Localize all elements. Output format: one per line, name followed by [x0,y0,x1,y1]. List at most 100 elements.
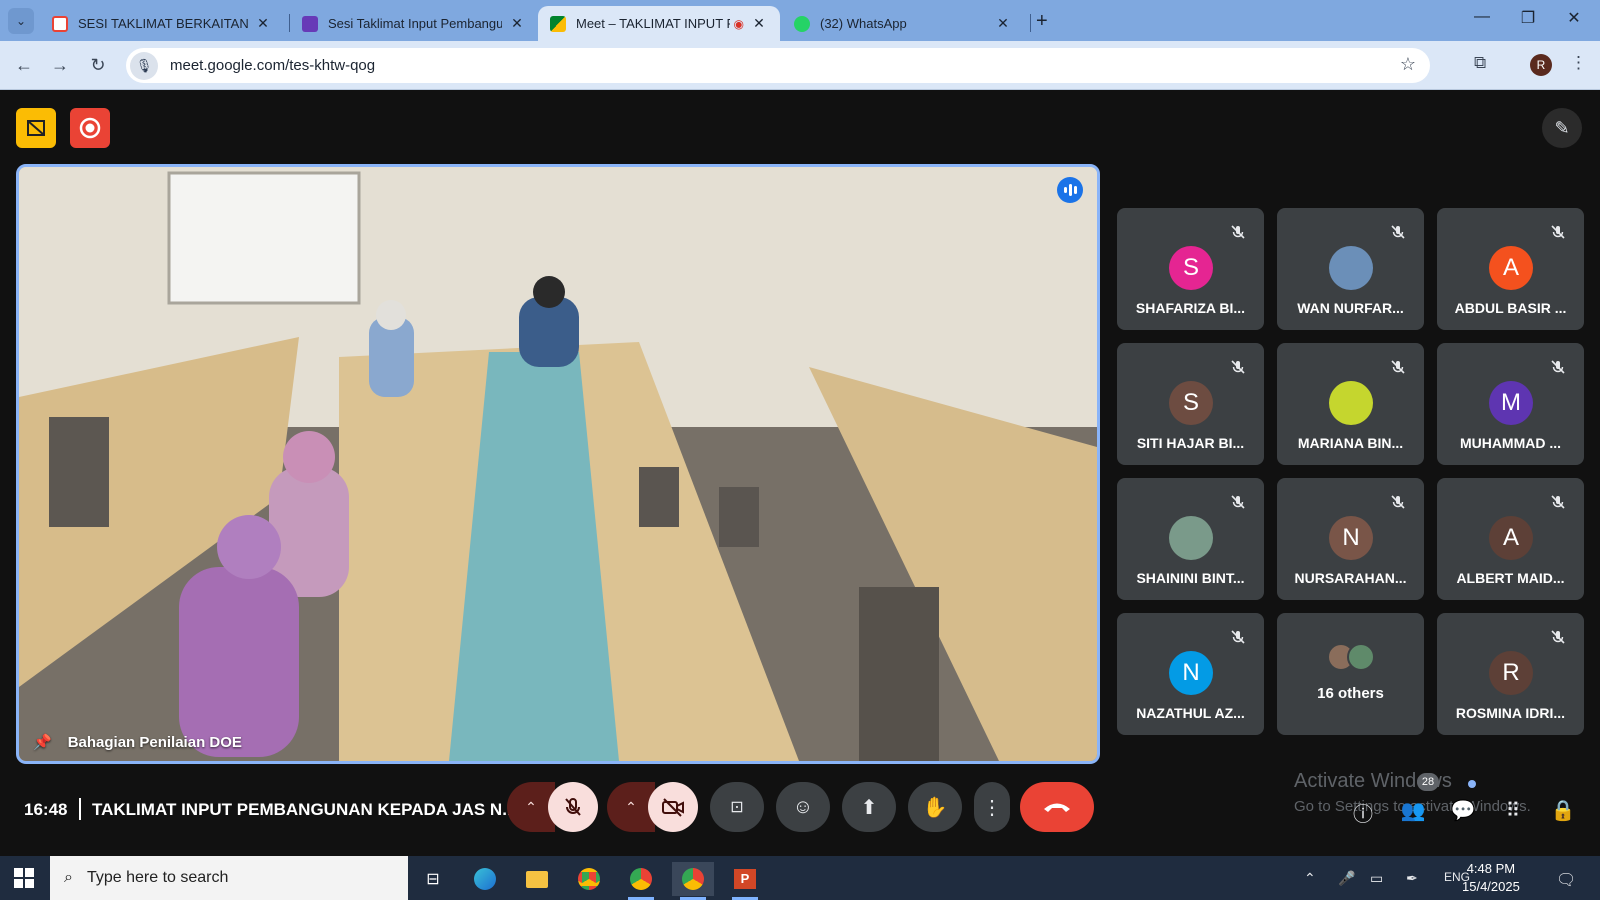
chrome-profile-r-icon[interactable] [672,862,714,900]
site-info-mic-icon[interactable]: 🎙 [130,51,158,80]
participant-tile[interactable]: N NAZATHUL AZ... [1117,613,1264,735]
recording-icon[interactable] [70,108,110,148]
meet-control-bar: 16:48 TAKLIMAT INPUT PEMBANGUNAN KEPADA … [0,770,1600,856]
close-tab-icon[interactable]: ✕ [508,15,526,32]
participant-tile[interactable]: 16 others [1277,613,1424,735]
present-screen-button[interactable]: ⬆ [842,782,896,832]
more-options-button[interactable]: ⋮ [974,782,1010,832]
stage-participant-name: Bahagian Penilaian DOE [67,733,242,751]
close-window-icon[interactable]: ✕ [1562,8,1586,28]
others-avatars [1327,643,1375,673]
emoji-icon: ☺ [792,795,814,818]
avatar: M [1489,381,1533,425]
mic-muted-icon [1548,224,1568,244]
file-explorer-icon[interactable] [516,862,558,896]
raise-hand-button[interactable]: ✋ [908,782,962,832]
reactions-button[interactable]: ☺ [776,782,830,832]
others-count-label: 16 others [1317,685,1384,702]
powerpoint-icon[interactable]: P [724,862,766,900]
tab-whatsapp[interactable]: (32) WhatsApp ✕ [782,6,1024,41]
show-hidden-icons-chevron[interactable]: ⌃ [1304,870,1316,887]
whiteboard-pencil-icon[interactable]: ✎ [1542,108,1582,148]
mic-muted-icon [1548,359,1568,379]
participant-tile[interactable]: A ABDUL BASIR ... [1437,208,1584,330]
participant-name: SHAININI BINT... [1136,570,1245,586]
avatar [1329,246,1373,290]
mic-muted-icon [1388,224,1408,244]
participant-name: ALBERT MAID... [1456,570,1565,586]
close-tab-icon[interactable]: ✕ [750,15,768,32]
mic-muted-icon [1548,629,1568,649]
host-lock-icon[interactable]: 🔒 [1548,798,1578,823]
participant-name: ROSMINA IDRI... [1455,705,1566,721]
participant-name: NAZATHUL AZ... [1136,705,1245,721]
participant-tile[interactable]: N NURSARAHAN... [1277,478,1424,600]
windows-taskbar: ⌕ Type here to search ⊟ P ⌃ 🎤 ▭ ✒ ENG 4:… [0,856,1600,900]
participant-tile[interactable]: S SHAFARIZA BI... [1117,208,1264,330]
tab-label: Sesi Taklimat Input Pembangun [328,16,502,31]
avatar: A [1489,246,1533,290]
room-camera-feed [19,167,1097,761]
mic-muted-icon [1228,359,1248,379]
browser-toolbar: ← → ↻ 🎙 meet.google.com/tes-khtw-qog ☆ ⧉… [0,41,1600,90]
back-button[interactable]: ← [12,53,36,77]
more-vert-icon: ⋮ [982,796,1002,819]
participant-name: WAN NURFAR... [1297,300,1404,316]
captions-button[interactable]: ⊡ [710,782,764,832]
tab-meet[interactable]: Meet – TAKLIMAT INPUT PE ◉ ✕ [538,6,780,41]
forward-button[interactable]: → [48,53,72,77]
close-tab-icon[interactable]: ✕ [254,15,272,32]
microphone-off-button[interactable] [548,782,598,832]
edge-icon[interactable] [464,862,506,896]
system-clock[interactable]: 4:48 PM 15/4/2025 [1462,860,1520,896]
participant-tile[interactable]: R ROSMINA IDRI... [1437,613,1584,735]
windows-start-icon[interactable] [14,868,34,888]
microphone-tray-icon[interactable]: 🎤 [1338,870,1355,887]
reload-button[interactable]: ↻ [86,53,110,77]
address-bar[interactable]: 🎙 meet.google.com/tes-khtw-qog ☆ [126,48,1430,83]
participant-tile[interactable]: MARIANA BIN... [1277,343,1424,465]
hang-up-icon [1044,803,1070,812]
people-icon[interactable]: 👥 [1398,798,1428,823]
meeting-info-icon[interactable]: ⓘ [1348,798,1378,827]
tab-search-menu-button[interactable]: ⌄ [8,8,34,34]
notifications-icon[interactable]: 🗨 [1556,870,1576,890]
participant-tile[interactable]: WAN NURFAR... [1277,208,1424,330]
participant-tile[interactable]: M MUHAMMAD ... [1437,343,1584,465]
new-tab-button[interactable]: + [1036,10,1048,33]
minimize-icon[interactable]: — [1470,8,1494,26]
pen-workspace-icon[interactable]: ✒ [1406,870,1418,887]
chrome-icon[interactable] [568,862,610,896]
profile-avatar[interactable]: R [1530,54,1552,76]
task-view-icon[interactable]: ⊟ [412,862,454,896]
participant-name: NURSARAHAN... [1294,570,1407,586]
camera-off-icon [662,798,684,817]
activities-icon[interactable]: ⠿ [1498,798,1528,823]
browser-menu-icon[interactable]: ⋮ [1570,53,1587,73]
avatar: S [1169,381,1213,425]
bookmark-star-icon[interactable]: ☆ [1400,54,1416,75]
battery-icon[interactable]: ▭ [1370,870,1383,887]
url-text[interactable]: meet.google.com/tes-khtw-qog [170,57,375,74]
recording-indicator-icon: ◉ [733,16,744,31]
host-controls-icon[interactable] [16,108,56,148]
restore-icon[interactable]: ❐ [1516,8,1540,28]
mic-muted-icon [1228,494,1248,514]
participant-tile[interactable]: S SITI HAJAR BI... [1117,343,1264,465]
main-video-stage[interactable]: 📌 Bahagian Penilaian DOE [16,164,1100,764]
participant-tile[interactable]: A ALBERT MAID... [1437,478,1584,600]
tab-label: (32) WhatsApp [820,16,907,31]
chrome-profile-icon[interactable] [620,862,662,900]
leave-call-button[interactable] [1020,782,1094,832]
camera-off-button[interactable] [648,782,698,832]
tab-forms[interactable]: Sesi Taklimat Input Pembangun ✕ [290,6,538,41]
participant-name: MUHAMMAD ... [1459,435,1562,451]
meet-icon [550,15,566,32]
extensions-icon[interactable]: ⧉ [1474,53,1486,73]
participant-tile[interactable]: SHAININI BINT... [1117,478,1264,600]
taskbar-search-box[interactable]: ⌕ Type here to search [50,856,408,900]
close-tab-icon[interactable]: ✕ [994,15,1012,32]
pin-icon[interactable]: 📌 [33,733,52,751]
chat-icon[interactable]: 💬 [1448,798,1478,823]
tab-gmail[interactable]: SESI TAKLIMAT BERKAITAN INP ✕ [40,6,284,41]
